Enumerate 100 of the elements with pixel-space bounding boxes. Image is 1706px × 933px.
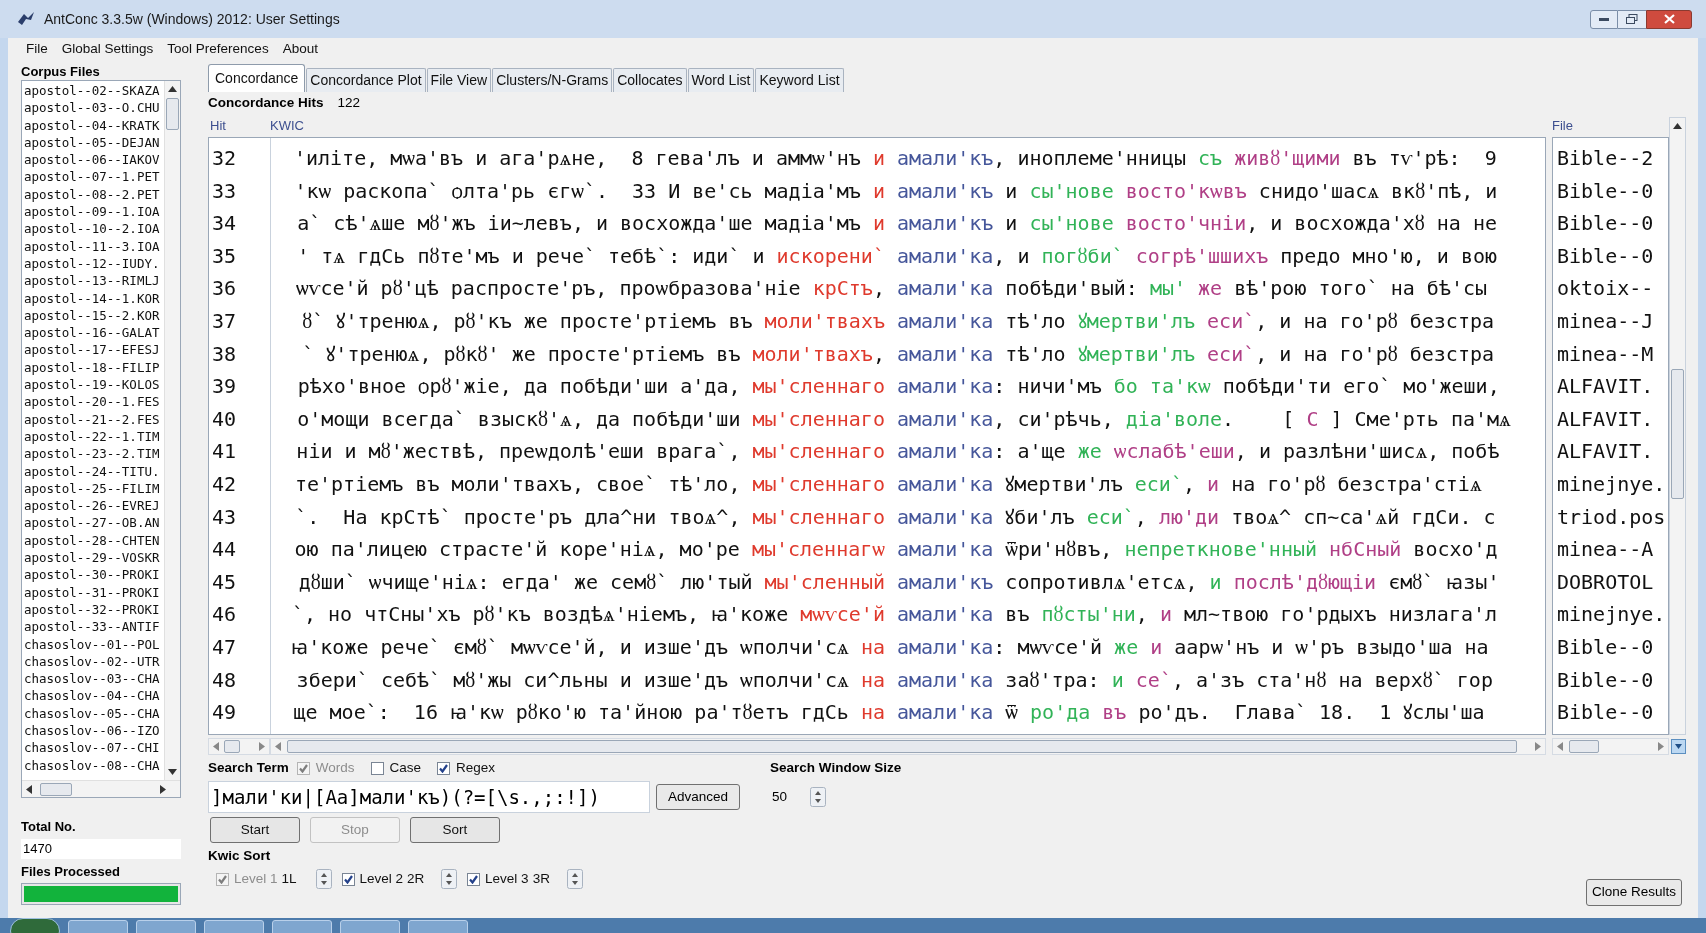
taskbar-button[interactable] [340, 920, 400, 933]
kwic-line[interactable]: дȣши` ѡчище'ніѧ: егда' же семȣ` лю'тый мы'сленный амали'къ сопротивлѧ'етсѧ, и послѣ'дȣющіи ємȣ` ꙗзы' [275, 565, 1545, 599]
file-list-item[interactable]: apostol--09--1.IOA [24, 203, 164, 221]
scroll-thumb[interactable] [224, 739, 240, 753]
file-list-item[interactable]: apostol--14--1.KOR [24, 289, 164, 307]
kwic-line[interactable]: ою па'лицею страсте'й коре'ніѧ, мо'ре мы'сленнагѡ амали'ка ѿри'нȣвъ, непреткнове'нный нбСный восхо'д [275, 533, 1545, 566]
column-header[interactable]: File [1552, 115, 1573, 135]
vertical-scrollbar[interactable] [1669, 117, 1686, 735]
file-list-item[interactable]: apostol--26--EVREJ [24, 497, 164, 515]
file-list-item[interactable]: apostol--03--O.CHU [24, 99, 164, 117]
scroll-thumb[interactable] [287, 739, 1517, 753]
file-list-item[interactable]: apostol--15--2.KOR [24, 306, 164, 325]
file-list-item[interactable]: apostol--04--KRATK [24, 116, 164, 134]
kwic-line[interactable]: 'иліте, мѡа'въ и ага'рѧне, 8 гева'лъ и аммѡ'нъ и амали'къ, иноплеме'нницы съ живȣ'щими въ тѵ'рѣ: 9 [275, 142, 1545, 175]
spinner-arrows-icon[interactable] [566, 869, 583, 889]
clone-results-button[interactable]: Clone Results [1585, 879, 1682, 906]
checkbox[interactable] [467, 872, 481, 886]
horizontal-scrollbar[interactable] [22, 780, 180, 797]
kwic-line[interactable]: збери` себѣ` мȣ'жы си^льны и изше'дъ ѡполчи'сѧ на амали'ка заȣ'тра: и се`, а'зъ ста'нȣ на верхȣ` гор [275, 663, 1545, 697]
file-list-item[interactable]: apostol--02--SKAZA [24, 82, 164, 100]
checkbox[interactable] [341, 872, 355, 886]
kwic-line[interactable]: ꙗ'коже рече` ємȣ` мѡѵсе'й, и изше'дъ ѡполчи'сѧ на амали'ка: мѡѵсе'й же и аарѡ'нъ и ѡ'ръ взыдо'ша на [275, 630, 1545, 664]
spinner-arrows-icon[interactable] [441, 869, 458, 889]
scroll-thumb[interactable] [1671, 369, 1684, 499]
file-list-item[interactable]: apostol--24--TITU. [24, 462, 164, 480]
checkbox[interactable] [437, 761, 451, 775]
action-button[interactable]: Sort [410, 817, 500, 843]
file-list-item[interactable]: chasoslov--03--CHA [24, 670, 164, 688]
horizontal-scrollbar[interactable] [208, 737, 270, 755]
file-list-item[interactable]: apostol--13--RIMLJ [24, 272, 164, 290]
file-list-item[interactable]: apostol--31--PROKI [24, 583, 164, 601]
file-list-item[interactable]: chasoslov--06--IZO [24, 722, 164, 740]
checkbox[interactable] [370, 761, 384, 775]
spinner-arrows-icon[interactable] [315, 869, 332, 889]
file-list-item[interactable]: apostol--23--2.TIM [24, 445, 164, 463]
kwic-line[interactable]: ` ꙋ'тренюѧ, рȣкȣ' же просте'ртіемъ въ моли'твахъ, амали'ка тѣ'ло ꙋмертви'лъ еси`, и на го'рȣ безстра [275, 337, 1545, 371]
file-list-item[interactable]: apostol--33--ANTIF [24, 618, 164, 636]
taskbar-button[interactable] [136, 920, 196, 933]
file-list-item[interactable]: apostol--29--VOSKR [24, 549, 164, 567]
kwic-line[interactable]: о'мощи всегда` взыскȣ'ѧ, да побѣди'ши мы'сленнаго амали'ка, си'рѣчь, діа'воле. [ С ] Сме'рть па'мѧ [275, 402, 1545, 436]
file-list-item[interactable]: apostol--07--1.PET [24, 168, 164, 186]
file-list-item[interactable]: apostol--08--2.PET [24, 185, 164, 204]
tab[interactable]: Word List [687, 68, 755, 92]
column-header[interactable]: Hit [208, 115, 270, 135]
vertical-scrollbar[interactable] [164, 81, 180, 780]
column-header[interactable]: KWIC [270, 115, 304, 135]
close-button[interactable] [1646, 9, 1692, 29]
kwic-line[interactable]: 'кѡ раскопа` ѻлта'рь єгѡ`. 33 И ве'сь мадіа'мъ и амали'къ и сы'нове восто'кѡвъ снидо'шасѧ вкȣ'пѣ, и [275, 174, 1545, 208]
file-list-item[interactable]: apostol--05--DEJAN [24, 133, 164, 152]
advanced-button[interactable]: Advanced [656, 784, 740, 810]
file-list-item[interactable]: apostol--11--3.IOA [24, 237, 164, 255]
kwic-line[interactable]: `, но чтСны'хъ рȣ'къ воздѣѧ'ніемъ, ꙗ'коже мѡѵсе'й амали'ка въ пȣсты'ни, и мл~твою го'рдыхъ низлага'л [275, 598, 1545, 631]
level-value[interactable]: 3R [532, 868, 567, 890]
action-button[interactable]: Start [210, 817, 300, 843]
file-list-item[interactable]: apostol--10--2.IOA [24, 220, 164, 238]
tab[interactable]: Clusters/N-Grams [492, 68, 613, 92]
kwic-line[interactable]: ' тѧ гдСь пȣте'мъ и рече` тебѣ`: иди` и искорени` амали'ка, и погȣби` согрѣ'шшихъ предо мно'ю, и вою [275, 239, 1545, 273]
file-list-item[interactable]: chasoslov--01--POL [24, 635, 164, 653]
taskbar-button[interactable] [204, 920, 264, 933]
kwic-line[interactable]: ще мое`: 16 ꙗ'кѡ рȣко'ю та'йною ра'тȣетъ гдСь на амали'ка ѿ ро'да въ ро'дъ. Глава` 18. 1 ꙋслы'ша [275, 696, 1545, 729]
spinner-arrows-icon[interactable] [810, 787, 826, 807]
file-list-item[interactable]: apostol--27--OB.AN [24, 514, 164, 532]
file-list-item[interactable]: chasoslov--04--CHA [24, 687, 164, 705]
file-list-item[interactable]: apostol--17--EFESJ [24, 341, 164, 359]
level-value[interactable]: 2R [407, 868, 442, 890]
file-list-item[interactable]: apostol--06--IAKOV [24, 151, 164, 169]
file-list-item[interactable]: chasoslov--05--CHA [24, 704, 164, 722]
scroll-corner-button[interactable] [1671, 738, 1686, 754]
kwic-line[interactable]: `. На крСтѣ` просте'ръ дла^ни твоѧ^, мы'сленнаго амали'ка ꙋби'лъ еси`, лю'ди твоѧ^ сп~са'ѧй гдСи. с [275, 500, 1545, 534]
file-list-item[interactable]: chasoslov--08--CHA [24, 756, 164, 774]
file-list-item[interactable]: apostol--32--PROKI [24, 600, 164, 619]
minimize-button[interactable] [1590, 9, 1618, 29]
tab[interactable]: Concordance Plot [306, 68, 426, 92]
file-list-item[interactable]: apostol--22--1.TIM [24, 427, 164, 446]
file-list-item[interactable]: apostol--25--FILIM [24, 479, 164, 498]
file-list-item[interactable]: apostol--18--FILIP [24, 358, 164, 377]
kwic-line[interactable]: ѡѵсе'й рȣ'цѣ распросте'ръ, проѡбразова'ніе крСтъ, амали'ка побѣди'вый: мы' же вѣ'рою того` на бѣ'сы [275, 272, 1545, 305]
menu-item[interactable]: About [282, 38, 318, 60]
tab[interactable]: Concordance [208, 64, 306, 92]
restore-button[interactable] [1618, 9, 1646, 29]
tab[interactable]: Keyword List [755, 68, 844, 92]
menu-item[interactable]: Tool Preferences [167, 38, 269, 60]
taskbar-button[interactable] [272, 920, 332, 933]
tab[interactable]: Collocates [613, 68, 687, 92]
scroll-thumb[interactable] [1569, 739, 1599, 753]
taskbar-button[interactable] [408, 920, 468, 933]
kwic-line[interactable]: а` сѣ'ѧше мȣ'жъ іи~левъ, и восхожда'ше мадіа'мъ и амали'къ и сы'нове восто'чніи, и восхожда'хȣ на не [275, 207, 1545, 240]
kwic-line[interactable]: рѣхо'вное ѻрȣ'жіе, да побѣди'ши а'да, мы'сленнаго амали'ка: ничи'мъ бо та'кѡ побѣди'ти его` мо'жеши, [275, 370, 1545, 403]
file-list-item[interactable]: apostol--30--PROKI [24, 566, 164, 584]
taskbar-button[interactable] [68, 920, 128, 933]
file-list-item[interactable]: apostol--21--2.FES [24, 410, 164, 428]
file-list-item[interactable]: apostol--16--GALAT [24, 324, 164, 342]
file-list-item[interactable]: apostol--19--KOLOS [24, 376, 164, 394]
file-list-item[interactable]: chasoslov--07--CHI [24, 739, 164, 757]
kwic-line[interactable]: ȣ` ꙋ'тренюѧ, рȣ'къ же просте'ртіемъ въ моли'твахъ амали'ка тѣ'ло ꙋмертви'лъ еси`, и на го'рȣ безстра [275, 304, 1545, 338]
search-field[interactable]: ]мали'ки|[Аа]мали'къ)(?=[\s.,;:!]) [208, 781, 650, 813]
scroll-thumb[interactable] [166, 98, 179, 130]
file-list-item[interactable]: apostol--20--1.FES [24, 393, 164, 411]
kwic-line[interactable]: ніи и мȣ'жествѣ, преѡдолѣ'еши врага`, мы'сленнаго амали'ка: а'ще же ѡслабѣ'еши, и разлѣни'шисѧ, побѣ [275, 435, 1545, 468]
menu-item[interactable]: Global Settings [61, 38, 154, 60]
